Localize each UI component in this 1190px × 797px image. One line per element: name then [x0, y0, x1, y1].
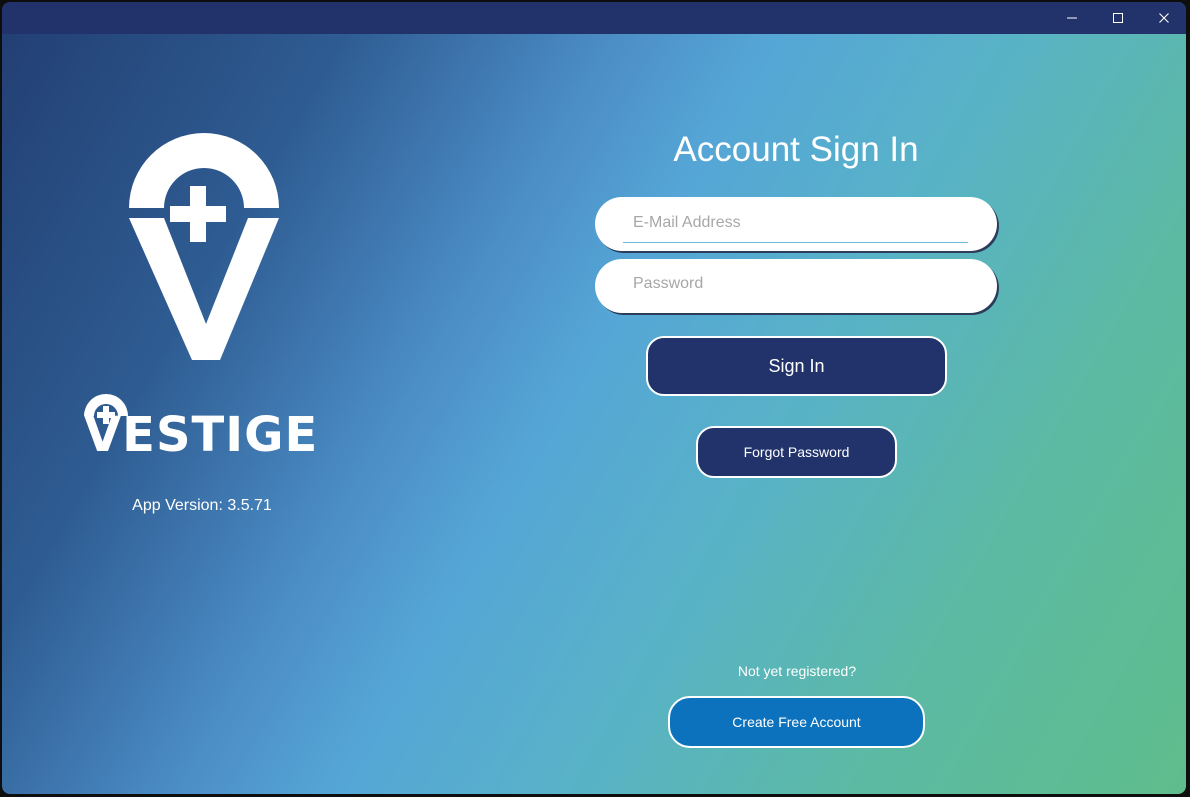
version-value: 3.5.71 [227, 497, 272, 514]
sign-in-button[interactable]: Sign In [646, 336, 947, 396]
page-title: Account Sign In [673, 130, 919, 169]
minimize-icon [1067, 17, 1077, 19]
email-field-container [595, 197, 997, 251]
location-pin-plus-icon [129, 133, 279, 360]
forgot-password-button[interactable]: Forgot Password [696, 426, 897, 478]
version-label: App Version: [132, 497, 223, 514]
close-icon [1159, 13, 1169, 23]
email-field[interactable] [623, 203, 968, 243]
close-button[interactable] [1141, 2, 1186, 34]
brand-wordmark: VESTIGE [82, 390, 332, 462]
create-account-button[interactable]: Create Free Account [668, 696, 925, 748]
password-field-container [595, 259, 997, 313]
not-registered-text: Not yet registered? [737, 663, 857, 679]
minimize-button[interactable] [1049, 2, 1095, 34]
password-field[interactable] [623, 269, 968, 299]
maximize-button[interactable] [1095, 2, 1141, 34]
maximize-icon [1113, 13, 1123, 23]
app-window: VESTIGE App Version: 3.5.71 Account Sign… [2, 2, 1186, 794]
app-version: App Version: 3.5.71 [62, 497, 342, 515]
wordmark-text: VESTIGE [84, 407, 319, 463]
title-bar [2, 2, 1186, 34]
